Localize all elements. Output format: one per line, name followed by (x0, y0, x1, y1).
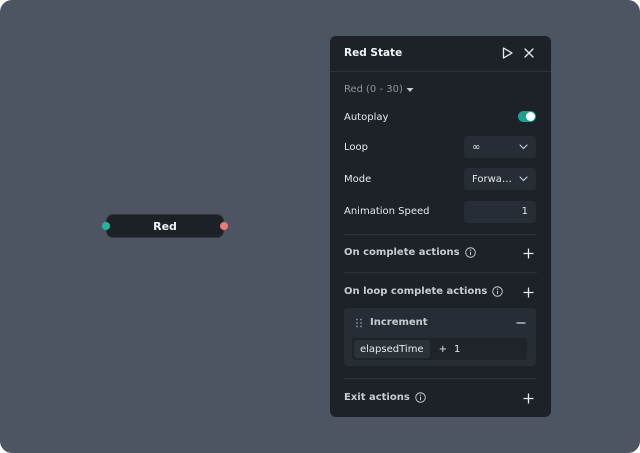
info-icon[interactable] (492, 286, 504, 297)
node-label: Red (153, 219, 177, 233)
output-port[interactable] (220, 222, 228, 230)
plus-icon (523, 393, 533, 403)
on-complete-actions-header: On complete actions (344, 247, 476, 258)
exit-actions-header: Exit actions (344, 392, 426, 403)
divider (344, 234, 537, 235)
plus-icon (523, 287, 533, 297)
chevron-down-icon (518, 176, 528, 182)
increment-action-card: Increment elapsedTime + 1 (344, 308, 536, 366)
add-on-complete-action-button[interactable] (522, 247, 534, 259)
state-node-red[interactable]: Red (102, 214, 228, 238)
action-title: Increment (370, 317, 428, 328)
state-select-range: (0 - 30) (366, 84, 403, 95)
divider (344, 378, 537, 379)
graph-canvas[interactable]: Red Red State Red (0 - 30) Autoplay Loop… (0, 0, 640, 453)
input-port[interactable] (102, 222, 110, 230)
operand-value[interactable]: 1 (454, 344, 460, 355)
play-button[interactable] (500, 46, 514, 60)
loop-value: ∞ (472, 141, 481, 153)
on-complete-actions-label: On complete actions (344, 247, 460, 258)
autoplay-label: Autoplay (344, 112, 389, 123)
caret-down-icon (406, 87, 414, 92)
info-icon[interactable] (464, 247, 476, 258)
add-on-loop-complete-action-button[interactable] (522, 286, 534, 298)
state-select-label: Red (344, 84, 363, 95)
panel-header: Red State (330, 36, 551, 72)
close-button[interactable] (522, 46, 536, 60)
animation-state-select[interactable]: Red (0 - 30) (344, 84, 414, 95)
animation-speed-label: Animation Speed (344, 206, 430, 217)
mode-select[interactable]: Forwa… (464, 168, 536, 190)
state-properties-panel: Red State Red (0 - 30) Autoplay Loop ∞ M… (330, 36, 551, 417)
loop-label: Loop (344, 142, 368, 153)
loop-select[interactable]: ∞ (464, 136, 536, 158)
drag-handle-icon[interactable] (355, 318, 363, 328)
close-icon (524, 48, 534, 58)
on-loop-complete-actions-label: On loop complete actions (344, 286, 488, 297)
divider (344, 272, 537, 273)
play-icon (502, 47, 513, 59)
autoplay-toggle[interactable] (518, 111, 536, 122)
increment-expression: elapsedTime + 1 (352, 338, 527, 360)
exit-actions-label: Exit actions (344, 392, 410, 403)
variable-chip[interactable]: elapsedTime (354, 340, 430, 358)
operator[interactable]: + (439, 344, 447, 355)
minus-icon (516, 322, 526, 324)
panel-title: Red State (344, 47, 403, 59)
toggle-knob (526, 112, 535, 121)
on-loop-complete-actions-header: On loop complete actions (344, 286, 504, 297)
info-icon[interactable] (415, 392, 426, 403)
plus-icon (523, 248, 533, 258)
animation-speed-input[interactable]: 1 (464, 201, 536, 223)
remove-action-button[interactable] (516, 318, 526, 328)
add-exit-action-button[interactable] (522, 392, 534, 404)
mode-value: Forwa… (472, 173, 512, 185)
mode-label: Mode (344, 174, 372, 185)
chevron-down-icon (518, 144, 528, 150)
